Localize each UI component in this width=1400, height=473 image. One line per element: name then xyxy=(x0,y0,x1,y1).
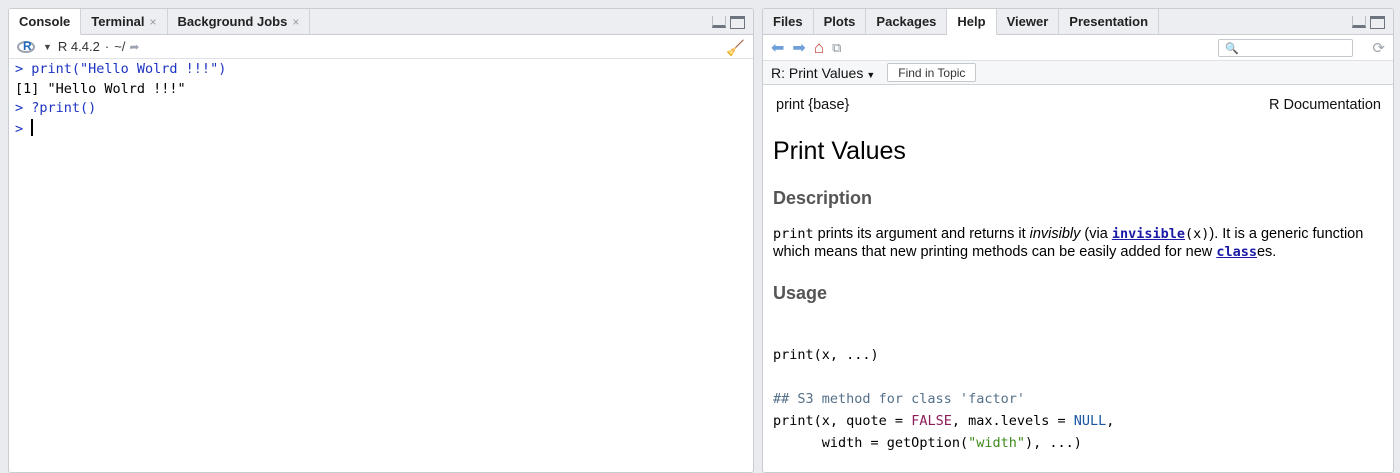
minimize-icon[interactable] xyxy=(712,16,726,28)
tab-background-jobs[interactable]: Background Jobs × xyxy=(168,9,311,34)
usage-line: print(x, ...) xyxy=(773,344,1381,366)
tab-label: Background Jobs xyxy=(177,14,288,29)
tab-label: Terminal xyxy=(91,14,145,29)
description-heading: Description xyxy=(773,188,873,208)
text-run: (via xyxy=(1080,226,1112,242)
help-search-box[interactable]: 🔍 xyxy=(1218,39,1353,57)
r-version-label: R 4.4.2 xyxy=(57,39,100,54)
console-line: > ?print() xyxy=(15,100,97,116)
inline-code: print xyxy=(773,226,814,242)
tab-console[interactable]: Console xyxy=(9,9,82,35)
tab-label: Packages xyxy=(876,14,937,29)
tab-files[interactable]: Files xyxy=(763,9,814,34)
tab-packages[interactable]: Packages xyxy=(866,9,948,34)
tab-label: Console xyxy=(19,14,71,29)
doc-source: R Documentation xyxy=(1268,97,1381,113)
console-output[interactable]: > print("Hello Wolrd !!!") [1] "Hello Wo… xyxy=(9,59,753,140)
files-tabbar: Files Plots Packages Help Viewer Present… xyxy=(763,9,1393,35)
search-icon: 🔍 xyxy=(1225,42,1239,55)
class-link[interactable]: class xyxy=(1216,244,1257,260)
chevron-down-icon: ▼ xyxy=(866,69,876,80)
maximize-icon[interactable] xyxy=(1370,16,1385,29)
forward-arrow-icon[interactable]: ➡ xyxy=(792,38,805,58)
separator-dot: · xyxy=(104,39,110,54)
usage-heading: Usage xyxy=(773,283,828,303)
text-run: prints its argument and returns it xyxy=(813,226,1030,242)
tab-label: Plots xyxy=(823,14,856,29)
clear-console-icon[interactable]: 🧹 xyxy=(726,39,745,57)
tab-viewer[interactable]: Viewer xyxy=(997,9,1060,34)
invisible-link[interactable]: invisible xyxy=(1112,226,1185,242)
code-token: ), ...) xyxy=(1025,435,1082,451)
usage-line: print(x, quote = FALSE, max.levels = NUL… xyxy=(773,410,1381,432)
topic-dropdown[interactable]: R: Print Values ▼ xyxy=(771,65,875,81)
show-in-new-window-icon[interactable]: ⧉ xyxy=(832,40,841,56)
chevron-down-icon[interactable]: ▼ xyxy=(43,42,52,52)
find-in-topic-button[interactable]: Find in Topic xyxy=(887,63,977,82)
close-icon[interactable]: × xyxy=(292,15,299,29)
usage-line: width = getOption("width"), ...) xyxy=(773,432,1381,454)
console-prompt-line[interactable]: > xyxy=(15,118,747,140)
console-line: > print("Hello Wolrd !!!") xyxy=(15,61,227,77)
minimize-icon[interactable] xyxy=(1352,16,1366,28)
code-token: , max.levels = xyxy=(951,413,1074,429)
code-token: , xyxy=(1106,413,1115,429)
help-pane: Files Plots Packages Help Viewer Present… xyxy=(762,8,1394,473)
home-icon[interactable]: ⌂ xyxy=(814,38,824,58)
doc-package: print {base} xyxy=(776,97,850,113)
code-keyword: FALSE xyxy=(911,413,952,429)
code-token: print xyxy=(773,347,814,363)
text-run: es. xyxy=(1256,244,1277,260)
console-tabbar: Console Terminal × Background Jobs × xyxy=(9,9,753,35)
help-document: print {base} R Documentation Print Value… xyxy=(763,85,1393,454)
maximize-icon[interactable] xyxy=(730,16,745,29)
close-icon[interactable]: × xyxy=(150,15,157,29)
topic-bar: R: Print Values ▼ Find in Topic xyxy=(763,61,1393,85)
doc-title: Print Values xyxy=(773,137,906,165)
code-token: (x, quote = xyxy=(813,413,912,429)
window-controls xyxy=(712,16,745,29)
tab-label: Files xyxy=(773,14,803,29)
usage-comment: ## S3 method for class 'factor' xyxy=(773,391,1025,407)
back-arrow-icon[interactable]: ⬅ xyxy=(771,38,784,58)
help-toolbar: ⬅ ➡ ⌂ ⧉ 🔍 ⟳ xyxy=(763,35,1393,61)
tab-presentation[interactable]: Presentation xyxy=(1059,9,1160,34)
inline-code: (x) xyxy=(1184,226,1210,242)
working-directory: ~/ xyxy=(114,39,126,54)
help-search-input[interactable] xyxy=(1242,41,1348,55)
refresh-icon[interactable]: ⟳ xyxy=(1372,39,1385,57)
code-keyword: NULL xyxy=(1073,413,1107,429)
console-pane: Console Terminal × Background Jobs × R ▼… xyxy=(8,8,754,473)
code-token: (x, ...) xyxy=(813,347,879,363)
console-prompt: > xyxy=(15,120,32,137)
code-string: "width" xyxy=(968,435,1025,451)
window-controls xyxy=(1352,16,1385,29)
topic-label: R: Print Values xyxy=(771,64,864,81)
console-toolbar: R ▼ R 4.4.2 · ~/ ➦ 🧹 xyxy=(9,35,753,59)
code-token: width = getOption( xyxy=(821,435,969,451)
tab-terminal[interactable]: Terminal × xyxy=(81,9,168,34)
console-line: [1] "Hello Wolrd !!!" xyxy=(15,80,186,97)
usage-code-block: print(x, ...) ## S3 method for class 'fac… xyxy=(773,344,1381,454)
tab-label: Help xyxy=(957,14,986,29)
r-logo-icon[interactable]: R xyxy=(17,39,37,54)
tab-label: Viewer xyxy=(1006,14,1049,29)
doc-header: print {base} R Documentation xyxy=(776,97,1381,113)
go-to-directory-icon[interactable]: ➦ xyxy=(129,40,139,54)
emphasis: invisibly xyxy=(1029,226,1081,242)
description-text: print prints its argument and returns it… xyxy=(773,225,1381,261)
tab-help[interactable]: Help xyxy=(947,9,997,35)
tab-plots[interactable]: Plots xyxy=(814,9,867,34)
code-token: print xyxy=(773,413,814,429)
tab-label: Presentation xyxy=(1069,14,1149,29)
text-cursor xyxy=(31,118,34,136)
